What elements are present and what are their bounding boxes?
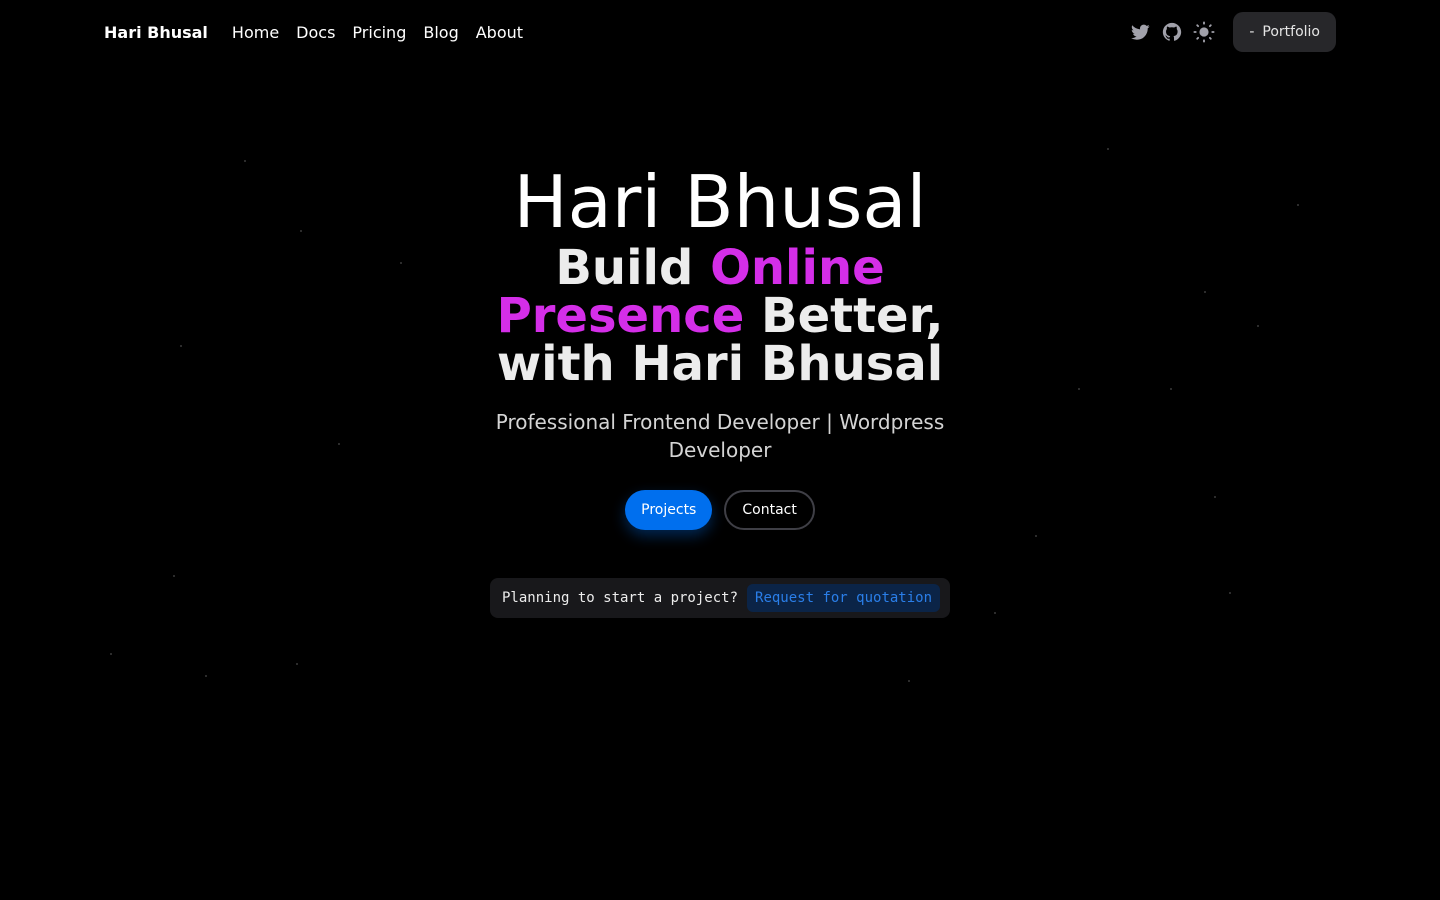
hero-name: Hari Bhusal bbox=[513, 160, 927, 244]
hero-headline: Build Online Presence Better, with Hari … bbox=[490, 244, 950, 388]
nav-link-home[interactable]: Home bbox=[232, 23, 279, 42]
nav-link-about[interactable]: About bbox=[476, 23, 523, 42]
contact-button[interactable]: Contact bbox=[724, 490, 815, 530]
nav-right: - Portfolio bbox=[1119, 12, 1336, 52]
nav-link-docs[interactable]: Docs bbox=[296, 23, 335, 42]
navbar: Hari Bhusal Home Docs Pricing Blog About bbox=[104, 12, 1336, 52]
request-quotation-link[interactable]: Request for quotation bbox=[747, 584, 941, 612]
portfolio-prefix: - bbox=[1249, 24, 1255, 40]
portfolio-label: Portfolio bbox=[1262, 24, 1320, 40]
twitter-icon[interactable] bbox=[1129, 21, 1151, 43]
portfolio-button[interactable]: - Portfolio bbox=[1233, 12, 1336, 52]
cta-row: Projects Contact bbox=[0, 490, 1440, 530]
page: Hari Bhusal Home Docs Pricing Blog About bbox=[0, 0, 1440, 900]
github-icon[interactable] bbox=[1161, 21, 1183, 43]
sun-icon[interactable] bbox=[1193, 21, 1215, 43]
hero-section: Hari Bhusal Build Online Presence Better… bbox=[0, 160, 1440, 618]
brand-logo[interactable]: Hari Bhusal bbox=[104, 23, 208, 42]
nav-link-pricing[interactable]: Pricing bbox=[352, 23, 406, 42]
projects-button[interactable]: Projects bbox=[625, 490, 713, 530]
nav-link-blog[interactable]: Blog bbox=[423, 23, 458, 42]
quotation-prompt: Planning to start a project? bbox=[502, 590, 739, 606]
quotation-banner: Planning to start a project? Request for… bbox=[490, 578, 950, 618]
nav-left: Hari Bhusal Home Docs Pricing Blog About bbox=[104, 23, 540, 42]
hero-subtitle: Professional Frontend Developer | Wordpr… bbox=[495, 410, 945, 462]
